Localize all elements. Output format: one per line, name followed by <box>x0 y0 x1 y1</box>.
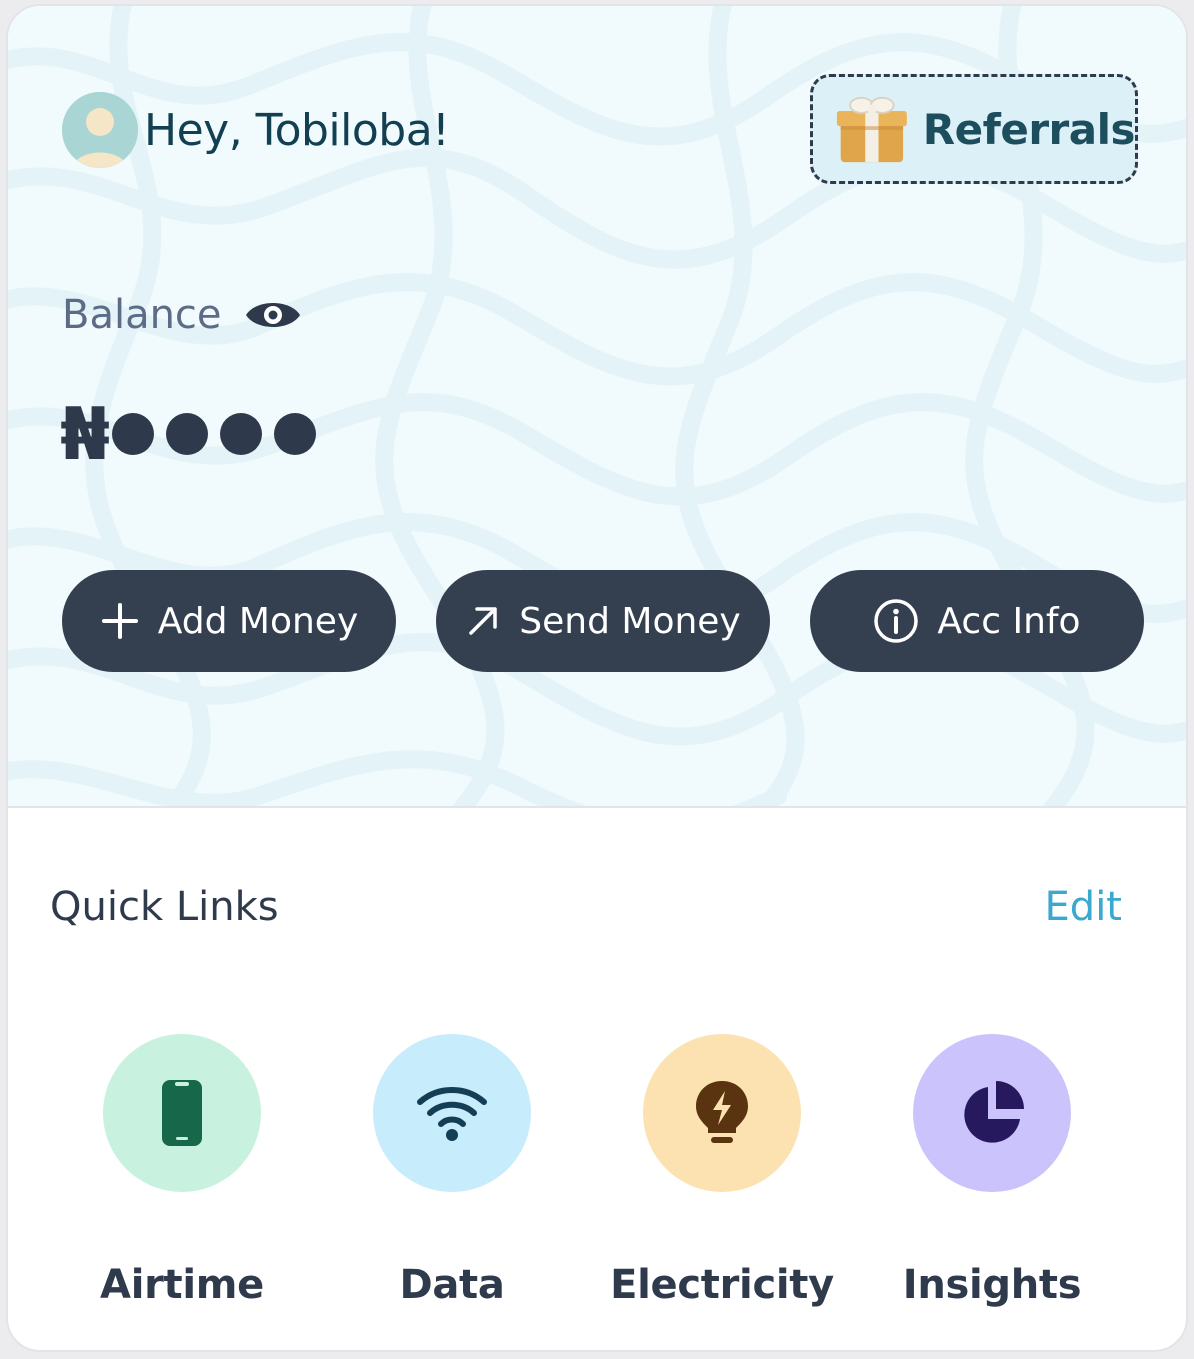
arrow-up-right-icon <box>469 607 498 635</box>
wifi-icon <box>417 1087 487 1141</box>
section-divider <box>8 806 1186 808</box>
avatar[interactable] <box>62 92 138 168</box>
airtime-icon-circle <box>103 1034 261 1192</box>
edit-quick-links-link[interactable]: Edit <box>1045 884 1122 930</box>
quick-link-insights[interactable]: Insights <box>857 1034 1127 1308</box>
mask-dot <box>220 413 263 455</box>
balance-row: Balance <box>62 292 302 338</box>
acc-info-label: Acc Info <box>937 600 1081 642</box>
electricity-icon-circle <box>643 1034 801 1192</box>
add-money-label: Add Money <box>157 600 359 642</box>
mask-dot <box>112 413 155 455</box>
eye-icon[interactable] <box>244 295 302 335</box>
quick-link-label: Insights <box>902 1262 1082 1308</box>
user-avatar-icon <box>62 92 138 168</box>
quick-link-airtime[interactable]: Airtime <box>47 1034 317 1308</box>
quick-link-label: Electricity <box>610 1262 834 1308</box>
phone-icon <box>162 1080 202 1146</box>
quick-link-label: Data <box>399 1262 505 1308</box>
data-icon-circle <box>373 1034 531 1192</box>
balance-hero: Hey, Tobiloba! Referrals Balance ₦ Add M… <box>8 6 1186 806</box>
quick-link-electricity[interactable]: Electricity <box>587 1034 857 1308</box>
pie-chart-icon <box>964 1081 1024 1143</box>
masked-balance-dots <box>112 413 328 455</box>
mask-dot <box>274 413 317 455</box>
send-money-label: Send Money <box>519 600 741 642</box>
lightbulb-icon <box>696 1081 748 1143</box>
insights-icon-circle <box>913 1034 1071 1192</box>
greeting: Hey, Tobiloba! <box>62 92 450 168</box>
acc-info-button[interactable]: Acc Info <box>810 570 1144 672</box>
greeting-text: Hey, Tobiloba! <box>144 104 450 156</box>
add-money-button[interactable]: Add Money <box>62 570 396 672</box>
gift-icon <box>836 96 907 163</box>
quick-link-data[interactable]: Data <box>317 1034 587 1308</box>
send-money-button[interactable]: Send Money <box>436 570 770 672</box>
balance-amount: ₦ ●●●● <box>60 398 328 470</box>
referrals-button[interactable]: Referrals <box>810 74 1138 184</box>
wallet-card: Hey, Tobiloba! Referrals Balance ₦ Add M… <box>6 4 1188 1352</box>
balance-label: Balance <box>62 292 222 338</box>
info-icon <box>874 599 919 643</box>
referrals-label: Referrals <box>922 104 1136 154</box>
plus-icon <box>101 603 138 639</box>
quick-link-label: Airtime <box>100 1262 264 1308</box>
mask-dot <box>166 413 209 455</box>
quick-links-title: Quick Links <box>50 884 279 930</box>
currency-symbol: ₦ <box>60 392 111 476</box>
